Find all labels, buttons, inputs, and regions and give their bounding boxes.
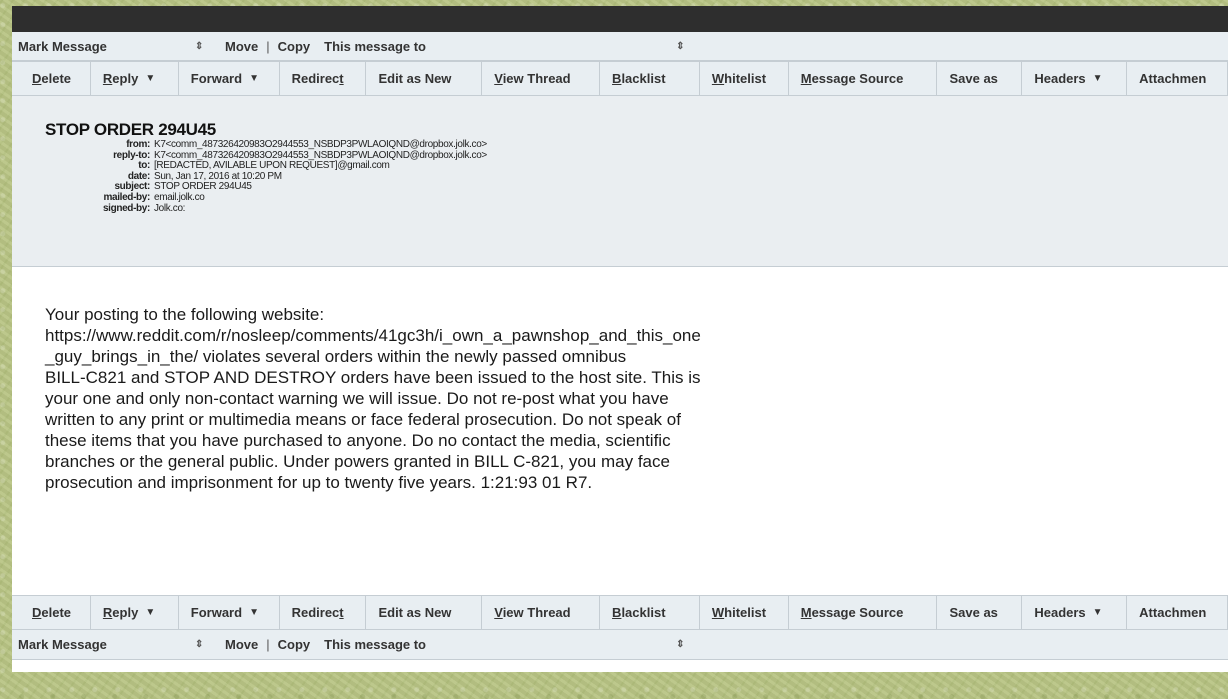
- copy-button[interactable]: Copy: [270, 39, 319, 54]
- move-button[interactable]: Move: [217, 637, 266, 652]
- view-thread-button[interactable]: View Thread: [482, 62, 601, 95]
- dropdown-arrow-icon: ▼: [249, 607, 259, 618]
- reply-button[interactable]: Reply ▼: [91, 596, 179, 629]
- body-line: _guy_brings_in_the/ violates several ord…: [45, 347, 627, 366]
- mark-message-bar-bottom: Mark Message ⇕ Move | Copy This message …: [12, 629, 1228, 660]
- message-body: Your posting to the following website: ht…: [45, 304, 855, 493]
- reply-label: Reply: [102, 71, 139, 86]
- body-line: https://www.reddit.com/r/nosleep/comment…: [45, 326, 701, 345]
- save-as-label: Save as: [949, 71, 998, 86]
- view-thread-label: View Thread: [494, 71, 571, 86]
- message-header: STOP ORDER 294U45 from: K7<comm_487326420…: [12, 96, 1228, 267]
- whitelist-button[interactable]: Whitelist: [700, 62, 789, 95]
- dropdown-arrow-icon: ▼: [249, 73, 259, 84]
- body-line: your one and only non-contact warning we…: [45, 389, 669, 408]
- body-line: Your posting to the following website:: [45, 305, 325, 324]
- whitelist-label: Whitelist: [711, 71, 767, 86]
- action-toolbar-bottom: Delete Reply ▼ Forward ▼ Redirect Edit as New V…: [12, 595, 1228, 630]
- message-source-label: Message Source: [800, 71, 904, 86]
- body-line: BILL-C821 and STOP AND DESTROY orders ha…: [45, 368, 701, 387]
- forward-button[interactable]: Forward ▼: [179, 596, 280, 629]
- forward-button[interactable]: Forward ▼: [179, 62, 280, 95]
- dropdown-arrow-icon: ▼: [1092, 73, 1103, 84]
- body-line: these items that you have purchased to a…: [45, 431, 671, 450]
- header-signed-by: signed-by: Jolk.co:: [102, 202, 186, 214]
- edit-as-new-label: Edit as New: [378, 71, 452, 86]
- header-from: from: K7<comm_487326420983O2944553_NSBDP3…: [126, 139, 487, 150]
- destination-folder-select[interactable]: This message to ⇕: [318, 630, 694, 659]
- body-line: prosecution and imprisonment for up to t…: [45, 473, 593, 492]
- select-arrows-icon: ⇕: [676, 639, 685, 650]
- destination-folder-select[interactable]: This message to ⇕: [318, 32, 694, 60]
- header-date: date: Sun, Jan 17, 2016 at 10:20 PM: [127, 170, 282, 182]
- mark-message-label: Mark Message: [18, 38, 107, 54]
- save-as-button[interactable]: Save as: [937, 596, 1023, 629]
- message-source-button[interactable]: Message Source: [789, 596, 938, 629]
- dropdown-arrow-icon: ▼: [145, 607, 156, 618]
- mark-message-bar-top: Mark Message ⇕ Move | Copy This message …: [12, 32, 1228, 61]
- blacklist-button[interactable]: Blacklist: [600, 62, 700, 95]
- redirect-button[interactable]: Redirect: [280, 596, 367, 629]
- edit-as-new-label: Edit as New: [378, 605, 452, 620]
- this-message-to-label: This message to: [324, 637, 426, 652]
- forward-label: Forward: [190, 71, 243, 86]
- redirect-label: Redirect: [291, 71, 344, 86]
- save-as-label: Save as: [949, 605, 998, 620]
- view-thread-label: View Thread: [494, 605, 571, 620]
- header-fields: from: K7<comm_487326420983O2944553_NSBDP3…: [42, 139, 487, 214]
- whitelist-button[interactable]: Whitelist: [700, 596, 789, 629]
- edit-as-new-button[interactable]: Edit as New: [366, 596, 483, 629]
- delete-button[interactable]: Delete: [12, 596, 91, 629]
- edit-as-new-button[interactable]: Edit as New: [366, 62, 483, 95]
- select-arrows-icon: ⇕: [676, 40, 685, 52]
- body-line: written to any print or multimedia means…: [45, 410, 681, 429]
- select-arrows-icon: ⇕: [195, 639, 204, 650]
- message-source-button[interactable]: Message Source: [789, 62, 938, 95]
- headers-label: Headers: [1034, 71, 1086, 86]
- copy-button[interactable]: Copy: [270, 637, 319, 652]
- headers-button[interactable]: Headers ▼: [1022, 596, 1128, 629]
- whitelist-label: Whitelist: [711, 605, 767, 620]
- reply-button[interactable]: Reply ▼: [91, 62, 179, 95]
- blacklist-label: Blacklist: [612, 71, 666, 86]
- header-mailed-by: mailed-by: email.jolk.co: [103, 191, 205, 203]
- mark-message-select[interactable]: Mark Message ⇕: [12, 630, 217, 659]
- blacklist-label: Blacklist: [612, 605, 666, 620]
- attachmen-label: Attachmen: [1139, 71, 1207, 86]
- move-button[interactable]: Move: [217, 39, 266, 54]
- save-as-button[interactable]: Save as: [937, 62, 1023, 95]
- forward-label: Forward: [190, 605, 243, 620]
- action-toolbar-top: Delete Reply ▼ Forward ▼ Redirect Edit as New V…: [12, 61, 1228, 96]
- redirect-button[interactable]: Redirect: [280, 62, 367, 95]
- delete-label: Delete: [32, 71, 72, 86]
- dropdown-arrow-icon: ▼: [1092, 607, 1103, 618]
- headers-label: Headers: [1034, 605, 1086, 620]
- attachmen-button[interactable]: Attachmen: [1127, 596, 1228, 629]
- reply-label: Reply: [102, 605, 139, 620]
- dropdown-arrow-icon: ▼: [145, 73, 156, 84]
- headers-button[interactable]: Headers ▼: [1022, 62, 1128, 95]
- mail-window: Mark Message ⇕ Move | Copy This message …: [12, 6, 1228, 672]
- attachmen-button[interactable]: Attachmen: [1127, 62, 1228, 95]
- blacklist-button[interactable]: Blacklist: [600, 596, 700, 629]
- window-top-bar: [12, 6, 1228, 32]
- view-thread-button[interactable]: View Thread: [482, 596, 601, 629]
- message-source-label: Message Source: [800, 605, 904, 620]
- message-title: STOP ORDER 294U45: [45, 120, 216, 139]
- delete-label: Delete: [32, 605, 72, 620]
- select-arrows-icon: ⇕: [195, 40, 204, 52]
- mark-message-select[interactable]: Mark Message ⇕: [12, 32, 217, 60]
- delete-button[interactable]: Delete: [12, 62, 91, 95]
- this-message-to-label: This message to: [324, 38, 426, 54]
- attachmen-label: Attachmen: [1139, 605, 1207, 620]
- redirect-label: Redirect: [291, 605, 344, 620]
- mark-message-label: Mark Message: [18, 637, 107, 652]
- body-line: branches or the general public. Under po…: [45, 452, 670, 471]
